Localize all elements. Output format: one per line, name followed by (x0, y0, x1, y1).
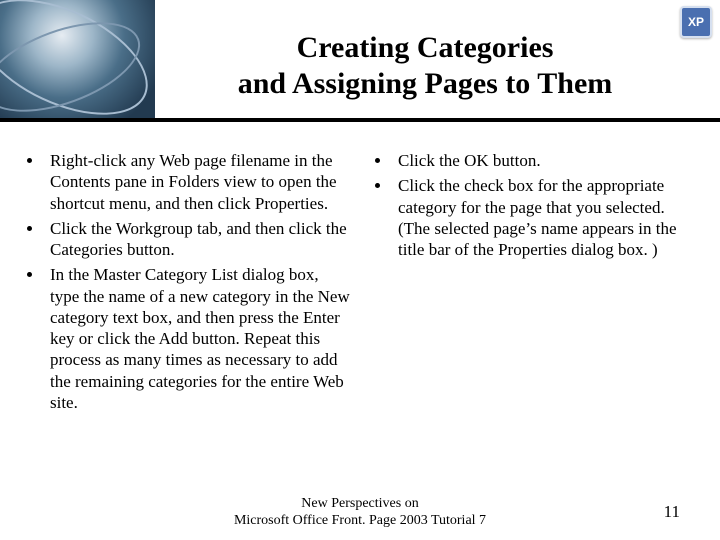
page-number: 11 (664, 502, 680, 522)
left-column: Right-click any Web page filename in the… (22, 150, 350, 480)
right-column: Click the OK button. Click the check box… (370, 150, 698, 480)
footer-line-2: Microsoft Office Front. Page 2003 Tutori… (234, 513, 486, 528)
footer-line-1: New Perspectives on (301, 496, 418, 511)
list-item: Click the Workgroup tab, and then click … (44, 218, 350, 261)
left-bullet-list: Right-click any Web page filename in the… (22, 150, 350, 413)
list-item: Click the OK button. (392, 150, 698, 171)
list-item: In the Master Category List dialog box, … (44, 264, 350, 413)
list-item: Right-click any Web page filename in the… (44, 150, 350, 214)
slide-footer: New Perspectives on Microsoft Office Fro… (0, 496, 720, 530)
globe-sculpture-image (0, 0, 155, 118)
slide-body: Right-click any Web page filename in the… (22, 150, 698, 480)
right-bullet-list: Click the OK button. Click the check box… (370, 150, 698, 260)
slide: XP Creating Categories and Assigning Pag… (0, 0, 720, 540)
title-line-2: and Assigning Pages to Them (238, 67, 613, 100)
list-item: Click the check box for the appropriate … (392, 175, 698, 260)
footer-text: New Perspectives on Microsoft Office Fro… (0, 496, 720, 530)
title-line-1: Creating Categories (297, 31, 554, 64)
slide-header: XP Creating Categories and Assigning Pag… (0, 0, 720, 126)
header-divider (0, 118, 720, 122)
slide-title: Creating Categories and Assigning Pages … (160, 30, 690, 102)
